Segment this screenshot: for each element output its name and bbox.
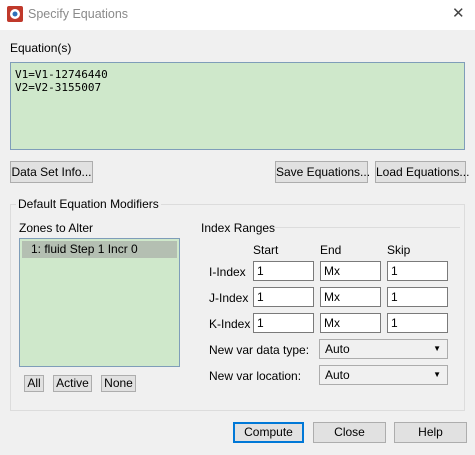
end-column-header: End — [320, 243, 342, 257]
chevron-down-icon: ▼ — [433, 344, 441, 353]
none-zones-button[interactable]: None — [101, 375, 136, 392]
chevron-down-icon: ▼ — [433, 370, 441, 379]
j-start-field[interactable]: 1 — [253, 287, 314, 307]
i-skip-field[interactable]: 1 — [387, 261, 448, 281]
new-var-data-type-select[interactable]: Auto ▼ — [319, 339, 448, 359]
new-var-data-type-label: New var data type: — [209, 343, 310, 357]
title-bar: Specify Equations ✕ — [0, 0, 475, 30]
modifiers-group-label: Default Equation Modifiers — [16, 197, 161, 211]
k-end-field[interactable]: Mx — [320, 313, 381, 333]
zones-list[interactable]: 1: fluid Step 1 Incr 0 — [19, 238, 180, 367]
new-var-location-label: New var location: — [209, 369, 302, 383]
start-column-header: Start — [253, 243, 279, 257]
load-equations-button[interactable]: Load Equations... — [375, 161, 469, 183]
all-zones-button[interactable]: All — [24, 375, 44, 392]
compute-button[interactable]: Compute — [233, 422, 304, 443]
data-set-info-button[interactable]: Data Set Info... — [10, 161, 93, 183]
equations-textarea[interactable]: V1=V1-12746440 V2=V2-3155007 — [10, 62, 465, 150]
k-skip-field[interactable]: 1 — [387, 313, 448, 333]
app-icon — [7, 6, 23, 22]
i-end-field[interactable]: Mx — [320, 261, 381, 281]
k-index-label: K-Index — [209, 317, 251, 331]
new-var-location-select[interactable]: Auto ▼ — [319, 365, 448, 385]
save-equations-button[interactable]: Save Equations... — [275, 161, 370, 183]
i-start-field[interactable]: 1 — [253, 261, 314, 281]
skip-column-header: Skip — [387, 243, 411, 257]
window-title: Specify Equations — [28, 7, 129, 21]
equations-label: Equation(s) — [10, 41, 72, 55]
help-button[interactable]: Help — [394, 422, 467, 443]
index-ranges-divider — [272, 227, 460, 228]
index-ranges-label: Index Ranges — [201, 221, 276, 235]
zones-label: Zones to Alter — [19, 221, 94, 235]
j-skip-field[interactable]: 1 — [387, 287, 448, 307]
j-end-field[interactable]: Mx — [320, 287, 381, 307]
j-index-label: J-Index — [209, 291, 249, 305]
new-var-data-type-value: Auto — [325, 342, 350, 356]
zone-list-item[interactable]: 1: fluid Step 1 Incr 0 — [22, 241, 177, 258]
close-icon[interactable]: ✕ — [452, 6, 465, 22]
i-index-label: I-Index — [209, 265, 246, 279]
new-var-location-value: Auto — [325, 368, 350, 382]
active-zones-button[interactable]: Active — [53, 375, 92, 392]
k-start-field[interactable]: 1 — [253, 313, 314, 333]
close-button[interactable]: Close — [313, 422, 386, 443]
